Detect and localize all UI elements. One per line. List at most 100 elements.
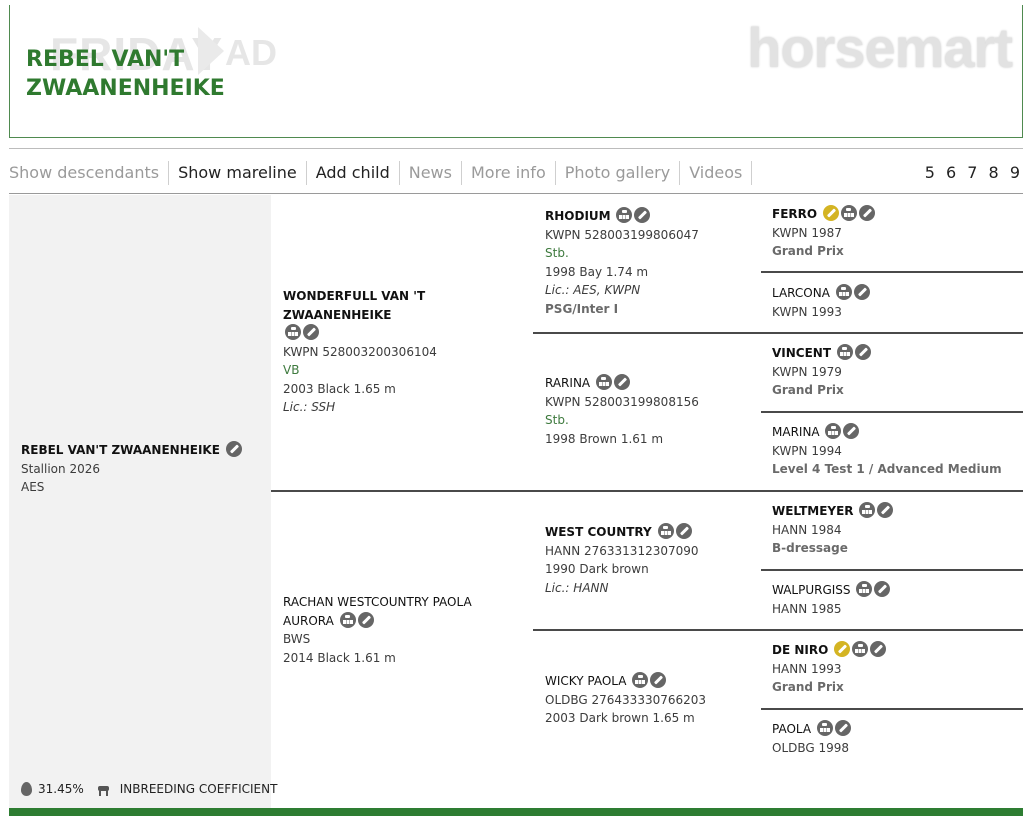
nav-bar: Show descendants Show mareline Add child… — [9, 148, 1023, 194]
edit-icon[interactable] — [613, 374, 630, 390]
horse-registration: KWPN 1979 — [772, 364, 842, 379]
horse-name[interactable]: WELTMEYER — [772, 504, 854, 518]
horse-registration: HANN 1985 — [772, 601, 842, 616]
horse-gen3-5: WELTMEYER HANN 1984 B-dressage — [772, 502, 894, 558]
horse-name[interactable]: DE NIRO — [772, 643, 828, 657]
horse-icon — [96, 782, 112, 796]
pedigree-tree-icon[interactable] — [816, 720, 833, 736]
horse-level: Grand Prix — [772, 383, 844, 397]
header: FRIDAY AD horsemart REBEL VAN'T ZWAANENH… — [8, 5, 1023, 138]
nav-more-info[interactable]: More info — [462, 161, 556, 185]
horse-registration: OLDBG 276433330766203 — [545, 692, 707, 707]
edit-icon[interactable] — [650, 672, 667, 688]
inbreeding-coefficient: 31.45% INBREEDING COEFFICIENT — [21, 780, 277, 798]
pedigree-tree-icon[interactable] — [840, 205, 857, 221]
horse-name[interactable]: FERRO — [772, 207, 817, 221]
competition-badge-icon[interactable] — [834, 641, 851, 657]
edit-icon[interactable] — [877, 502, 894, 518]
horse-info: 1998 Bay 1.74 m — [545, 264, 649, 279]
pedigree-tree-icon[interactable] — [825, 423, 842, 439]
competition-badge-icon[interactable] — [822, 205, 839, 221]
nav-show-mareline[interactable]: Show mareline — [169, 161, 307, 185]
horse-registration: HANN 1993 — [772, 661, 842, 676]
horse-info: AES — [21, 480, 45, 494]
pedigree-tree-icon[interactable] — [632, 672, 649, 688]
edit-icon[interactable] — [858, 205, 875, 221]
horse-registration: KWPN 528003199806047 — [545, 227, 699, 242]
pedigree-tree-icon[interactable] — [856, 581, 873, 597]
horse-gen3-7: DE NIRO HANN 1993 Grand Prix — [772, 641, 887, 697]
nav-news[interactable]: News — [400, 161, 462, 185]
pedigree-tree-icon[interactable] — [835, 284, 852, 300]
horse-licence: Lic.: AES, KWPN — [545, 283, 641, 297]
generation-selector[interactable]: 5 6 7 8 9 — [925, 161, 1023, 185]
horse-name[interactable]: VINCENT — [772, 346, 831, 360]
horse-sire: WONDERFULL VAN 'T ZWAANENHEIKE KWPN 5280… — [283, 287, 533, 417]
horse-studbook: BWS — [283, 632, 311, 646]
edit-icon[interactable] — [634, 207, 651, 223]
edit-icon[interactable] — [874, 581, 891, 597]
horse-info: 2003 Dark brown 1.65 m — [545, 711, 695, 725]
brand-logo: horsemart — [747, 16, 1013, 79]
edit-icon[interactable] — [870, 641, 887, 657]
horse-info: 1998 Brown 1.61 m — [545, 431, 664, 446]
horse-registration: HANN 276331312307090 — [545, 543, 699, 558]
pedigree-tree-icon[interactable] — [859, 502, 876, 518]
horse-name[interactable]: RARINA — [545, 376, 590, 390]
horse-name[interactable]: RACHAN WESTCOUNTRY PAOLA — [283, 593, 533, 612]
pedigree-tree-icon[interactable] — [595, 374, 612, 390]
pedigree-table: REBEL VAN'T ZWAANENHEIKE Stallion 2026 A… — [9, 195, 1023, 808]
inbreeding-label[interactable]: INBREEDING COEFFICIENT — [120, 780, 278, 798]
horse-name[interactable]: WALPURGISS — [772, 583, 851, 597]
horse-info: 2014 Black 1.61 m — [283, 650, 396, 665]
pedigree-tree-icon[interactable] — [836, 344, 853, 360]
edit-icon[interactable] — [834, 720, 851, 736]
edit-icon[interactable] — [303, 324, 319, 340]
horse-registration: KWPN 528003199808156 — [545, 394, 699, 409]
horse-granddam-maternal: WICKY PAOLA OLDBG 276433330766203 2003 D… — [545, 672, 706, 728]
horse-studbook: Stb. — [545, 413, 569, 427]
horse-name[interactable]: AURORA — [283, 614, 334, 628]
horse-name[interactable]: LARCONA — [772, 286, 830, 300]
horse-level: Grand Prix — [772, 680, 844, 694]
pedigree-tree-icon[interactable] — [616, 207, 633, 223]
horse-info: 1990 Dark brown — [545, 562, 649, 576]
horse-gen3-3: VINCENT KWPN 1979 Grand Prix — [772, 344, 871, 400]
horse-name[interactable]: WEST COUNTRY — [545, 525, 652, 539]
horse-name[interactable]: WICKY PAOLA — [545, 674, 626, 688]
pedigree-tree-icon[interactable] — [339, 611, 356, 628]
drop-icon — [21, 782, 32, 796]
pedigree-tree-icon[interactable] — [852, 641, 869, 657]
pedigree-col-subject — [9, 195, 271, 808]
nav-photo-gallery[interactable]: Photo gallery — [556, 161, 681, 185]
edit-icon[interactable] — [843, 423, 860, 439]
inbreeding-value: 31.45% — [38, 782, 84, 796]
horse-level: B-dressage — [772, 541, 848, 555]
horse-dam: RACHAN WESTCOUNTRY PAOLA AURORA BWS 2014… — [283, 593, 533, 667]
edit-icon[interactable] — [357, 611, 374, 628]
horse-name[interactable]: MARINA — [772, 425, 820, 439]
horse-level: Grand Prix — [772, 244, 844, 258]
horse-gen3-6: WALPURGISS HANN 1985 — [772, 581, 891, 618]
horse-name[interactable]: RHODIUM — [545, 209, 611, 223]
edit-icon[interactable] — [853, 284, 870, 300]
divider — [761, 708, 1023, 710]
pedigree-tree-icon[interactable] — [285, 324, 301, 340]
pedigree-tree-icon[interactable] — [657, 523, 674, 539]
horse-name[interactable]: REBEL VAN'T ZWAANENHEIKE — [21, 443, 220, 457]
nav-add-child[interactable]: Add child — [307, 161, 400, 185]
edit-icon[interactable] — [854, 344, 871, 360]
horse-name[interactable]: PAOLA — [772, 722, 811, 736]
edit-icon[interactable] — [675, 523, 692, 539]
horse-studbook: Stb. — [545, 246, 569, 260]
divider — [271, 490, 1023, 492]
horse-info: Stallion 2026 — [21, 461, 100, 476]
nav-videos[interactable]: Videos — [680, 161, 753, 185]
horse-name[interactable]: WONDERFULL VAN 'T ZWAANENHEIKE — [283, 287, 533, 324]
nav-show-descendants[interactable]: Show descendants — [9, 161, 170, 185]
horse-licence: Lic.: SSH — [283, 400, 336, 414]
horse-registration: KWPN 528003200306104 — [283, 344, 437, 359]
divider — [761, 411, 1023, 413]
horse-granddam-paternal: RARINA KWPN 528003199808156 Stb. 1998 Br… — [545, 374, 699, 448]
edit-icon[interactable] — [225, 441, 242, 457]
